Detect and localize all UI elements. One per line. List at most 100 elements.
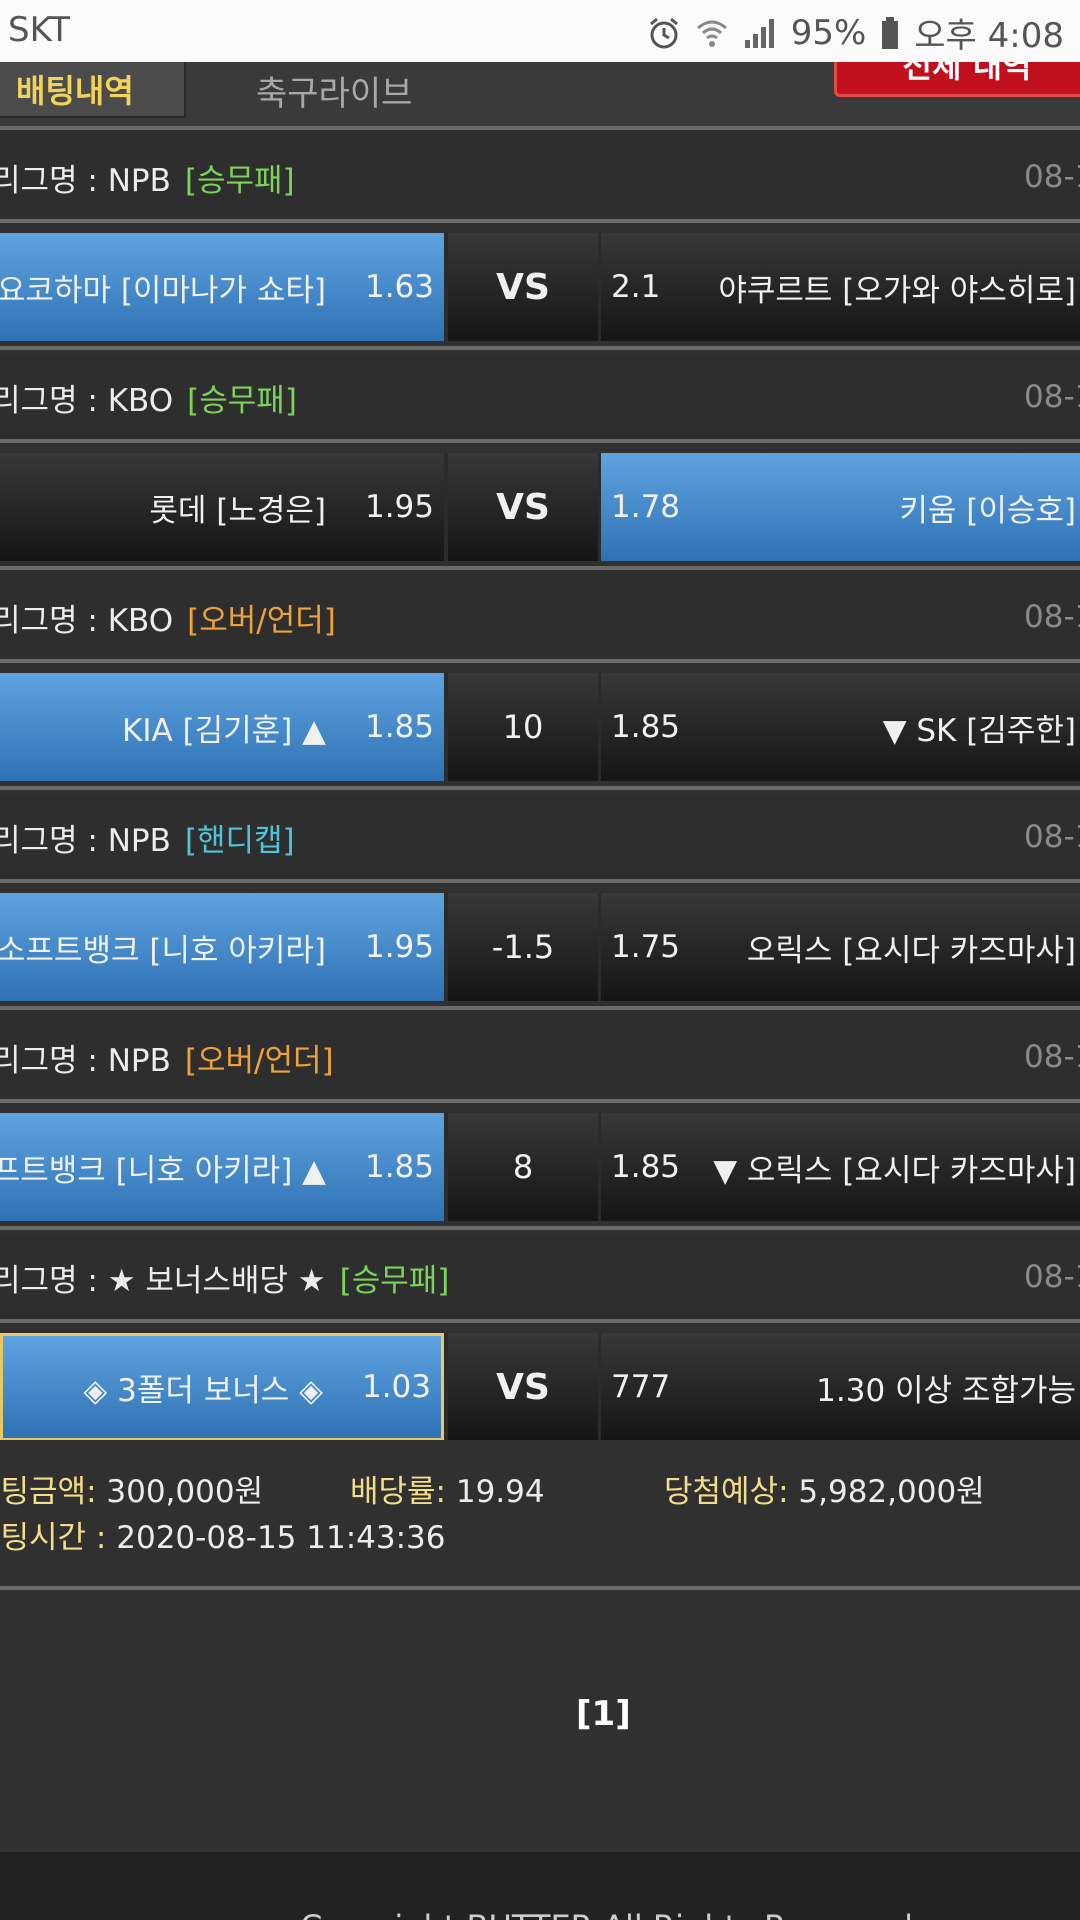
league-name: 리그명 : ★ 보너스배당 ★ bbox=[0, 1262, 326, 1299]
middle-value: VS bbox=[448, 453, 598, 561]
home-odd: 1.95 bbox=[364, 929, 434, 965]
bet-type: [핸디캡] bbox=[184, 822, 295, 859]
footer: Copyright BUTTER All Rights Reserved bbox=[0, 1852, 1080, 1920]
tab-soccer-live[interactable]: 축구라이브 bbox=[256, 62, 412, 118]
match-date: 08-1 bbox=[1024, 379, 1080, 415]
home-odd: 1.03 bbox=[361, 1369, 431, 1405]
away-pick[interactable]: 1.85 ▼ SK [김주한] bbox=[601, 673, 1080, 781]
middle-value: VS bbox=[448, 233, 598, 341]
home-team: 소프트뱅크 [니호 아키라] ▲ bbox=[0, 1152, 326, 1189]
home-odd: 1.85 bbox=[364, 1149, 434, 1185]
bet-summary: 배팅금액: 300,000원 배당률: 19.94 당첨예상: 5,982,00… bbox=[0, 1440, 1080, 1586]
bet-time-label: 배팅시간 : bbox=[0, 1520, 107, 1556]
expected-win-label: 당첨예상: bbox=[664, 1474, 789, 1510]
away-team: 키움 [이승호] bbox=[899, 492, 1076, 529]
match-date: 08-1 bbox=[1024, 819, 1080, 855]
expected-win-value: 5,982,000원 bbox=[798, 1474, 985, 1510]
status-icons: 95% 오후 4:08 bbox=[647, 8, 1064, 57]
bet-type: [승무패] bbox=[184, 162, 295, 199]
home-pick[interactable]: 소프트뱅크 [니호 아키라] ▲ 1.85 bbox=[0, 1113, 444, 1221]
bet-row: 요코하마 [이마나가 쇼타] 1.63 VS 2.1 야쿠르트 [오가와 야스히로] bbox=[0, 233, 1080, 341]
away-odd: 1.85 bbox=[611, 1149, 681, 1185]
bet-type: [승무패] bbox=[339, 1262, 450, 1299]
away-odd: 777 bbox=[611, 1369, 671, 1405]
away-pick[interactable]: 1.75 오릭스 [요시다 카즈마사] bbox=[601, 893, 1080, 1001]
pagination: [1] bbox=[0, 1590, 1080, 1850]
middle-label: -1.5 bbox=[491, 928, 555, 966]
home-pick[interactable]: 요코하마 [이마나가 쇼타] 1.63 bbox=[0, 233, 444, 341]
away-odd: 2.1 bbox=[611, 269, 661, 305]
separator bbox=[0, 1006, 1080, 1010]
odds-rate-value: 19.94 bbox=[455, 1474, 545, 1510]
match-date: 08-1 bbox=[1024, 159, 1080, 195]
middle-value: 8 bbox=[448, 1113, 598, 1221]
bet-time: 배팅시간 : 2020-08-15 11:43:36 bbox=[0, 1512, 446, 1557]
all-history-button[interactable]: 전체 내역 bbox=[834, 62, 1080, 97]
home-odd: 1.63 bbox=[364, 269, 434, 305]
copyright-text: Copyright BUTTER All Rights Reserved bbox=[300, 1908, 913, 1920]
separator bbox=[0, 879, 1080, 883]
bet-time-value: 2020-08-15 11:43:36 bbox=[116, 1520, 446, 1556]
bet-row: 소프트뱅크 [니호 아키라] 1.95 -1.5 1.75 오릭스 [요시다 카즈마… bbox=[0, 893, 1080, 1001]
away-odd: 1.85 bbox=[611, 709, 681, 745]
bet-amount: 배팅금액: 300,000원 bbox=[0, 1466, 263, 1511]
separator bbox=[0, 346, 1080, 350]
league-header: 리그명 : KBO [승무패] 08-1 bbox=[0, 355, 1080, 439]
home-odd: 1.85 bbox=[364, 709, 434, 745]
middle-value: 10 bbox=[448, 673, 598, 781]
clock-time: 오후 4:08 bbox=[914, 16, 1064, 56]
separator bbox=[0, 1226, 1080, 1230]
page-1-link[interactable]: [1] bbox=[576, 1694, 631, 1734]
bet-type: [승무패] bbox=[187, 382, 297, 419]
away-pick[interactable]: 777 1.30 이상 조합가능 bbox=[601, 1333, 1080, 1441]
home-pick[interactable]: 소프트뱅크 [니호 아키라] 1.95 bbox=[0, 893, 444, 1001]
away-pick[interactable]: 1.85 ▼ 오릭스 [요시다 카즈마사] bbox=[601, 1113, 1080, 1221]
match-date: 08-1 bbox=[1024, 1039, 1080, 1075]
battery-icon bbox=[880, 16, 900, 50]
separator bbox=[0, 786, 1080, 790]
away-pick[interactable]: 2.1 야쿠르트 [오가와 야스히로] bbox=[601, 233, 1080, 341]
league-header: 리그명 : NPB [오버/언더] 08-1 bbox=[0, 1015, 1080, 1099]
expected-win: 당첨예상: 5,982,000원 bbox=[664, 1466, 985, 1511]
league-name: 리그명 : KBO bbox=[0, 382, 174, 419]
separator bbox=[0, 566, 1080, 570]
wifi-icon bbox=[695, 16, 729, 50]
league-name: 리그명 : KBO bbox=[0, 602, 174, 639]
middle-value: -1.5 bbox=[448, 893, 598, 1001]
away-team: 1.30 이상 조합가능 bbox=[816, 1372, 1076, 1409]
league-header: 리그명 : NPB [승무패] 08-1 bbox=[0, 135, 1080, 219]
bet-row: 소프트뱅크 [니호 아키라] ▲ 1.85 8 1.85 ▼ 오릭스 [요시다 카즈… bbox=[0, 1113, 1080, 1221]
bet-type: [오버/언더] bbox=[184, 1042, 334, 1079]
away-team: 오릭스 [요시다 카즈마사] bbox=[746, 932, 1076, 969]
league-header: 리그명 : NPB [핸디캡] 08-1 bbox=[0, 795, 1080, 879]
league-name: 리그명 : NPB bbox=[0, 1042, 171, 1079]
separator bbox=[0, 1319, 1080, 1323]
middle-label: 8 bbox=[512, 1148, 534, 1186]
away-team: ▼ SK [김주한] bbox=[882, 712, 1076, 749]
home-team: 소프트뱅크 [니호 아키라] bbox=[0, 932, 326, 969]
odds-rate: 배당률: 19.94 bbox=[350, 1466, 545, 1511]
odds-rate-label: 배당률: bbox=[350, 1474, 447, 1510]
away-odd: 1.75 bbox=[611, 929, 681, 965]
home-team: KIA [김기훈] ▲ bbox=[122, 712, 326, 749]
bet-row: KIA [김기훈] ▲ 1.85 10 1.85 ▼ SK [김주한] bbox=[0, 673, 1080, 781]
home-pick[interactable]: KIA [김기훈] ▲ 1.85 bbox=[0, 673, 444, 781]
league-header: 리그명 : KBO [오버/언더] 08-1 bbox=[0, 575, 1080, 659]
middle-label: 10 bbox=[502, 708, 544, 746]
middle-label: VS bbox=[496, 486, 550, 528]
home-pick[interactable]: 롯데 [노경은] 1.95 bbox=[0, 453, 444, 561]
home-pick[interactable]: ◈ 3폴더 보너스 ◈ 1.03 bbox=[0, 1333, 444, 1441]
middle-value: VS bbox=[448, 1333, 598, 1441]
carrier-label: SKT bbox=[8, 10, 71, 50]
tab-bet-history[interactable]: 배팅내역 bbox=[0, 62, 186, 118]
match-date: 08-1 bbox=[1024, 1259, 1080, 1295]
signal-icon bbox=[743, 16, 777, 50]
tab-bar: 배팅내역 축구라이브 전체 내역 bbox=[0, 62, 1080, 126]
away-pick[interactable]: 1.78 키움 [이승호] bbox=[601, 453, 1080, 561]
middle-label: VS bbox=[496, 1366, 550, 1408]
separator bbox=[0, 439, 1080, 443]
away-odd: 1.78 bbox=[611, 489, 681, 525]
home-odd: 1.95 bbox=[364, 489, 434, 525]
separator bbox=[0, 126, 1080, 130]
home-team: 요코하마 [이마나가 쇼타] bbox=[0, 272, 326, 309]
